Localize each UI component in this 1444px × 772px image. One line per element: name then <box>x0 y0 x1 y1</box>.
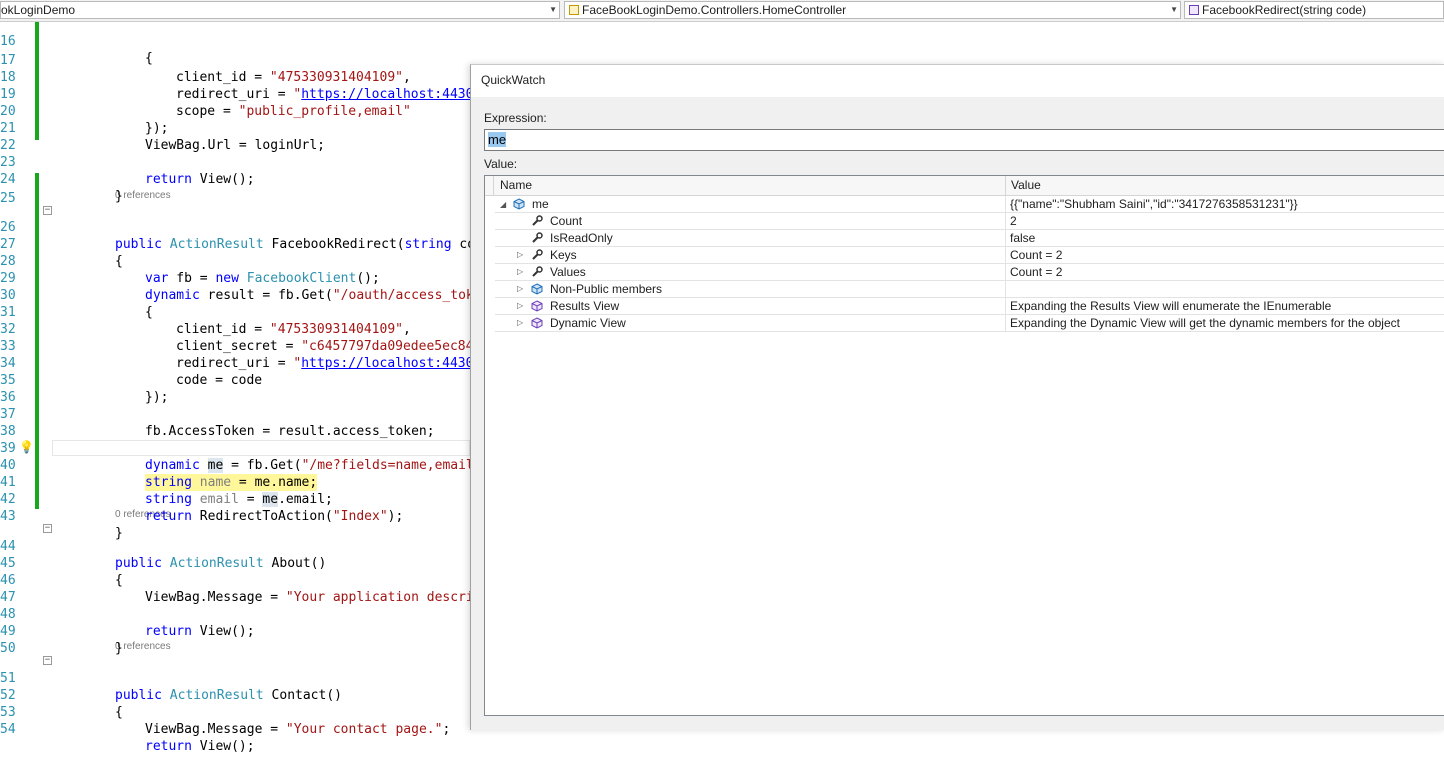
watch-name: IsReadOnly <box>550 231 613 245</box>
column-header-name[interactable]: Name <box>500 178 532 192</box>
column-separator <box>1005 315 1006 331</box>
value-grid[interactable]: Name Value ◢ me {{"name":"Shubham Saini"… <box>484 175 1444 716</box>
wrench-icon <box>532 215 543 226</box>
expand-arrow-icon[interactable]: ▷ <box>517 247 523 263</box>
codelens-references[interactable]: 0 references <box>115 640 171 654</box>
expression-label: Expression: <box>484 111 547 125</box>
wrench-icon <box>532 249 543 260</box>
watch-row-results-view[interactable]: ▷ Results View Expanding the Results Vie… <box>495 298 1444 315</box>
grid-header: Name Value <box>485 176 1444 196</box>
method-icon <box>531 300 543 312</box>
watch-name: me <box>532 197 549 211</box>
watch-name: Count <box>550 214 583 228</box>
class-icon <box>569 5 579 15</box>
expand-arrow-icon[interactable]: ▷ <box>517 298 523 314</box>
watch-row-isreadonly[interactable]: IsReadOnly false <box>495 230 1444 247</box>
watch-value: Expanding the Dynamic View will get the … <box>1010 316 1400 330</box>
watch-row-values[interactable]: ▷ Values Count = 2 <box>495 264 1444 281</box>
code-text: return View(); <box>145 739 255 754</box>
column-separator <box>1005 264 1006 280</box>
watch-value: {{"name":"Shubham Saini","id":"341727635… <box>1010 197 1298 211</box>
object-icon <box>531 283 543 295</box>
column-separator <box>1005 281 1006 297</box>
watch-name: Values <box>550 265 586 279</box>
expression-value: me <box>488 132 507 147</box>
expand-arrow-icon[interactable]: ▷ <box>517 281 523 297</box>
column-separator <box>1005 230 1006 246</box>
column-header-value[interactable]: Value <box>1011 178 1041 192</box>
expression-input[interactable]: me <box>484 129 1444 151</box>
collapse-arrow-icon[interactable]: ◢ <box>500 197 506 213</box>
wrench-icon <box>532 266 543 277</box>
method-icon <box>1189 5 1199 15</box>
column-separator <box>1005 298 1006 314</box>
class-dropdown-label: FaceBookLoginDemo.Controllers.HomeContro… <box>582 3 847 17</box>
watch-value: 2 <box>1010 214 1017 228</box>
expand-arrow-icon[interactable]: ▷ <box>517 315 523 331</box>
watch-value: false <box>1010 231 1036 245</box>
watch-name: Dynamic View <box>550 316 626 330</box>
quickwatch-dialog: QuickWatch Expression: me Value: Name Va… <box>470 64 1444 730</box>
expand-arrow-icon[interactable]: ▷ <box>517 264 523 280</box>
watch-name: Non-Public members <box>550 282 663 296</box>
column-separator <box>1005 196 1006 212</box>
watch-name: Keys <box>550 248 577 262</box>
column-separator <box>493 176 494 195</box>
object-icon <box>513 198 525 210</box>
watch-row-me[interactable]: ◢ me {{"name":"Shubham Saini","id":"3417… <box>495 196 1444 213</box>
codelens-references[interactable]: 0 references <box>115 189 171 203</box>
watch-row-dynamic-view[interactable]: ▷ Dynamic View Expanding the Dynamic Vie… <box>495 315 1444 332</box>
code-line: 16 { <box>0 16 1444 66</box>
method-icon <box>531 317 543 329</box>
watch-value: Count = 2 <box>1010 248 1063 262</box>
value-label: Value: <box>484 157 518 171</box>
watch-row-count[interactable]: Count 2 <box>495 213 1444 230</box>
code-line: 17 client_id = "475330931404109", <box>0 35 1444 85</box>
watch-value: Expanding the Results View will enumerat… <box>1010 299 1332 313</box>
watch-name: Results View <box>550 299 620 313</box>
watch-row-keys[interactable]: ▷ Keys Count = 2 <box>495 247 1444 264</box>
column-separator <box>1005 247 1006 263</box>
column-separator <box>1005 213 1006 229</box>
dialog-title: QuickWatch <box>481 73 546 87</box>
watch-value: Count = 2 <box>1010 265 1063 279</box>
wrench-icon <box>532 232 543 243</box>
dialog-title-bar[interactable] <box>471 65 1444 97</box>
watch-row-non-public-members[interactable]: ▷ Non-Public members <box>495 281 1444 298</box>
column-resize-handle[interactable] <box>1005 176 1006 195</box>
project-dropdown-label: okLoginDemo <box>1 3 76 17</box>
method-dropdown-label: FacebookRedirect(string code) <box>1202 3 1367 17</box>
